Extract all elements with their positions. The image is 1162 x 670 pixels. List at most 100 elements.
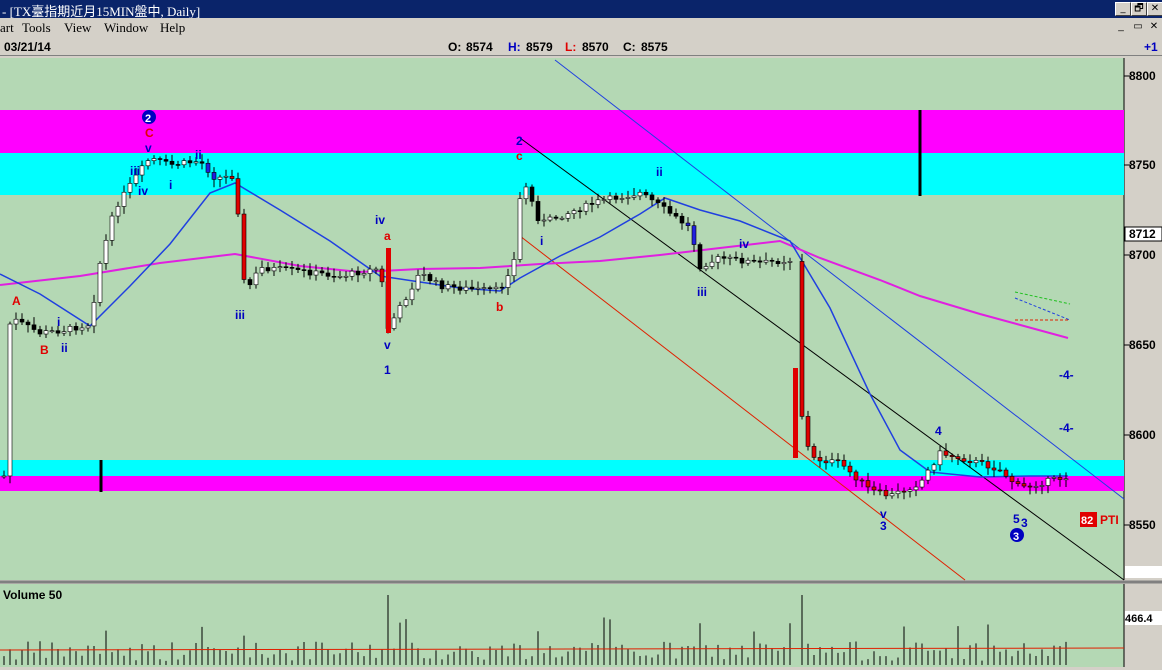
candle-body	[541, 219, 547, 222]
chart-area[interactable]: 8800 8750 8712 8700 8650 8600 8550 Volum…	[0, 58, 1162, 667]
doc-minimize-icon[interactable]: _	[1114, 20, 1128, 34]
candle-body	[97, 263, 103, 303]
candle-body	[529, 186, 535, 202]
candle-body	[139, 165, 145, 176]
candle-body	[103, 240, 109, 264]
candle-body	[679, 215, 685, 224]
candle-body	[661, 202, 667, 207]
pti-value: 82	[1081, 515, 1093, 527]
candle-body	[619, 198, 625, 200]
pti-label: PTI	[1100, 513, 1119, 527]
candle-body	[307, 269, 313, 276]
candle-body	[805, 416, 811, 447]
candle-body	[913, 486, 919, 491]
candle-body	[973, 460, 979, 464]
candle-body-large	[793, 368, 798, 458]
candle-body	[361, 273, 367, 276]
tick-8600: 8600	[1129, 428, 1156, 442]
tick-current: 8712	[1129, 227, 1156, 241]
candle-body	[247, 279, 253, 286]
zoom-indicator: +1	[1144, 40, 1158, 54]
support-zone-magenta	[0, 476, 1124, 491]
candle-body	[727, 256, 733, 259]
wave-label: iv	[739, 237, 749, 251]
low-value: 8570	[582, 40, 609, 54]
candle-body	[463, 286, 469, 291]
volume-panel-bg	[0, 584, 1124, 667]
candle-body	[583, 203, 589, 212]
menu-view[interactable]: View	[64, 20, 91, 36]
candle-body	[31, 324, 37, 330]
candle-body	[613, 195, 619, 200]
candle-body	[277, 266, 283, 268]
candle-body	[1045, 478, 1051, 486]
doc-restore-icon[interactable]: ▭	[1131, 20, 1145, 34]
candle-body	[889, 493, 895, 497]
menu-chart[interactable]: art	[0, 20, 14, 36]
candle-body	[187, 160, 193, 164]
volume-title: Volume 50	[3, 588, 62, 602]
minimize-button[interactable]: _	[1115, 2, 1131, 16]
candle-body	[829, 459, 835, 464]
candle-body	[847, 465, 853, 473]
candle-body	[415, 275, 421, 290]
menu-help[interactable]: Help	[160, 20, 185, 36]
chart-svg[interactable]: 8800 8750 8712 8700 8650 8600 8550 Volum…	[0, 58, 1162, 667]
wave-label: v	[145, 141, 152, 155]
candle-body	[55, 330, 61, 334]
candle-body	[331, 276, 337, 278]
candle-body	[601, 199, 607, 201]
candle-body	[709, 261, 715, 267]
candle-body	[469, 286, 475, 290]
candle-body	[799, 261, 805, 417]
candle-body	[109, 215, 115, 241]
candle-body	[439, 280, 445, 290]
menu-window[interactable]: Window	[104, 20, 148, 36]
candle-body	[937, 450, 943, 466]
candle-body	[1063, 478, 1069, 481]
candle-body	[493, 286, 499, 290]
candle-body	[559, 217, 565, 220]
candle-body	[205, 162, 211, 173]
candle-body	[283, 266, 289, 268]
restore-button[interactable]: 🗗	[1131, 2, 1147, 16]
candle-body	[355, 270, 361, 276]
candle-body	[37, 329, 43, 335]
candle-body	[313, 270, 319, 276]
candle-body	[511, 259, 517, 277]
candle-body	[649, 194, 655, 201]
candle-body	[13, 318, 19, 325]
candle-body	[745, 259, 751, 264]
candle-body	[967, 460, 973, 464]
tick-8700: 8700	[1129, 248, 1156, 262]
candle-body-large	[386, 248, 391, 333]
candle-body	[451, 284, 457, 288]
doc-close-icon[interactable]: ✕	[1147, 20, 1161, 34]
wave-label: 1	[384, 363, 391, 377]
tick-8800: 8800	[1129, 69, 1156, 83]
candle-body	[667, 206, 673, 214]
candle-body	[505, 275, 511, 288]
candle-body	[349, 270, 355, 277]
candle-body	[1033, 486, 1039, 488]
candle-body	[319, 270, 325, 274]
menu-tools[interactable]: Tools	[22, 20, 51, 36]
candle-body	[259, 267, 265, 274]
candle-body	[91, 302, 97, 327]
candle-body	[565, 213, 571, 219]
candle-body	[85, 325, 91, 329]
candle-body	[751, 259, 757, 262]
title-bar: - [TX臺指期近月15MIN盤中, Daily] _ 🗗 ✕	[0, 0, 1162, 19]
candle-body	[49, 330, 55, 332]
candle-body	[607, 195, 613, 200]
candle-body	[775, 261, 781, 265]
wave-label: iv	[138, 184, 148, 198]
tick-8750: 8750	[1129, 158, 1156, 172]
wave-label: -4-	[1059, 421, 1074, 435]
wave-label: 3	[880, 519, 887, 533]
close-button[interactable]: ✕	[1147, 2, 1162, 16]
wave-label: iii	[235, 308, 245, 322]
candle-body	[595, 199, 601, 205]
candle-body	[655, 199, 661, 203]
candle-body	[223, 175, 229, 178]
